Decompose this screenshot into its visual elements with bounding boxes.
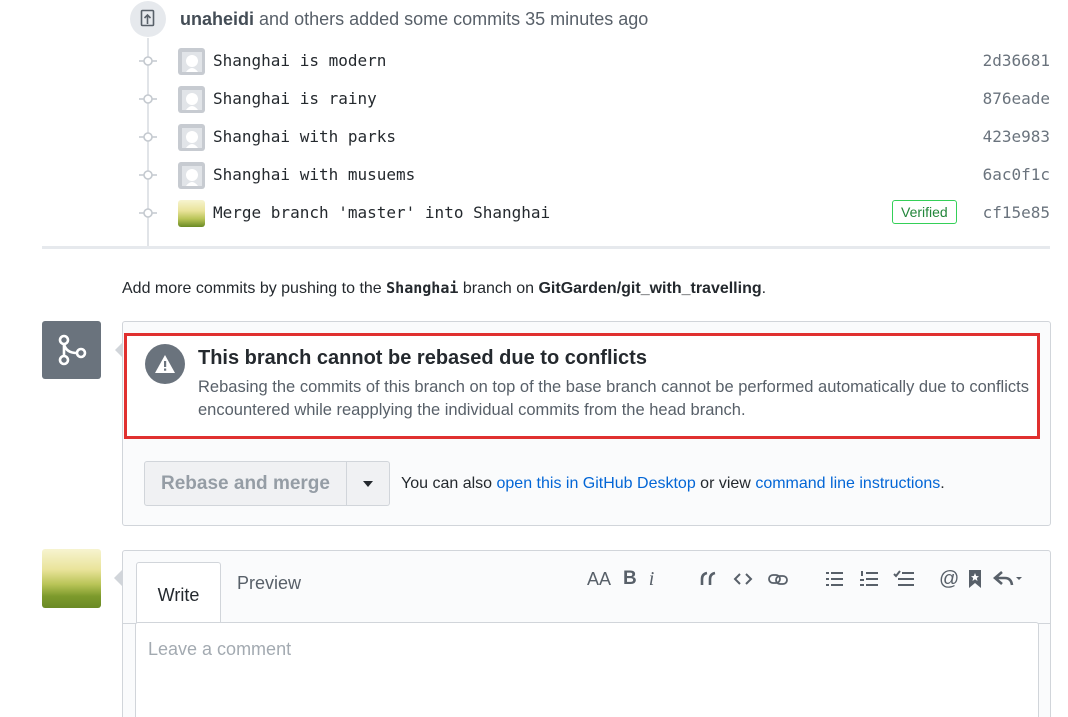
commit-group-text: unaheidi and others added some commits 3…: [180, 9, 648, 30]
merge-method-dropdown[interactable]: [347, 461, 390, 506]
command-line-instructions-link[interactable]: command line instructions: [755, 475, 940, 492]
commit-dot-icon: [139, 132, 157, 142]
commit-sha[interactable]: 423e983: [983, 127, 1050, 146]
code-icon[interactable]: [733, 567, 753, 591]
comment-form: Write Preview AA B i @: [114, 550, 1051, 717]
italic-icon[interactable]: i: [649, 567, 655, 591]
alert-icon: [145, 344, 185, 384]
saved-reply-icon[interactable]: [967, 567, 983, 591]
commit-author-avatar[interactable]: [178, 86, 205, 113]
task-list-icon[interactable]: [893, 567, 915, 591]
open-in-desktop-link[interactable]: open this in GitHub Desktop: [497, 475, 696, 492]
commit-message[interactable]: Merge branch 'master' into Shanghai: [213, 203, 550, 222]
commit-author-avatar[interactable]: [178, 200, 205, 227]
quote-icon[interactable]: [699, 567, 719, 591]
conflict-panel: This branch cannot be rebased due to con…: [124, 333, 1040, 439]
reply-arrow-icon[interactable]: [993, 567, 1023, 591]
head-branch-name: Shanghai: [386, 279, 459, 297]
commit-author-avatar[interactable]: [178, 48, 205, 75]
commit-author-avatar[interactable]: [178, 124, 205, 151]
commit-row: Merge branch 'master' into Shanghai Veri…: [0, 194, 1068, 232]
mention-icon[interactable]: @: [939, 567, 959, 591]
commit-group-summary: and others added some commits 35 minutes…: [259, 8, 649, 29]
commit-message[interactable]: Shanghai is modern: [213, 51, 386, 70]
commit-group-author[interactable]: unaheidi: [180, 9, 254, 29]
conflict-title: This branch cannot be rebased due to con…: [198, 347, 647, 369]
unordered-list-icon[interactable]: [825, 567, 845, 591]
format-toolbar-text: AA B i: [587, 567, 684, 591]
tab-preview[interactable]: Preview: [237, 573, 301, 594]
format-toolbar-insert: [699, 567, 803, 591]
commit-row: Shanghai with musuems 6ac0f1c: [0, 156, 1068, 194]
commit-sha[interactable]: 2d36681: [983, 51, 1050, 70]
commit-message[interactable]: Shanghai with parks: [213, 127, 396, 146]
also-prefix: You can also: [401, 475, 493, 492]
also-suffix: .: [940, 475, 945, 492]
section-divider: [42, 246, 1050, 249]
add-more-prefix: Add more commits by pushing to the: [122, 280, 382, 297]
add-more-middle: branch on: [462, 280, 535, 297]
format-toolbar-extras: @: [939, 567, 1037, 591]
or-view-text: or view: [700, 475, 751, 492]
add-more-suffix: .: [761, 280, 767, 297]
commit-sha[interactable]: 876eade: [983, 89, 1050, 108]
commit-dot-icon: [139, 94, 157, 104]
commit-row: Shanghai with parks 423e983: [0, 118, 1068, 156]
commit-row: Shanghai is modern 2d36681: [0, 42, 1068, 80]
tab-write[interactable]: Write: [136, 562, 221, 624]
comment-textarea[interactable]: [135, 622, 1039, 717]
add-more-commits-text: Add more commits by pushing to the Shang…: [122, 279, 766, 298]
rebase-and-merge-button[interactable]: Rebase and merge: [144, 461, 347, 506]
commit-author-avatar[interactable]: [178, 162, 205, 189]
commit-message[interactable]: Shanghai is rainy: [213, 89, 377, 108]
commit-dot-icon: [139, 56, 157, 66]
commit-row: Shanghai is rainy 876eade: [0, 80, 1068, 118]
rebase-merge-button-group: Rebase and merge: [144, 461, 390, 506]
merge-box: This branch cannot be rebased due to con…: [115, 321, 1051, 526]
ordered-list-icon[interactable]: [859, 567, 879, 591]
commit-message[interactable]: Shanghai with musuems: [213, 165, 415, 184]
link-icon[interactable]: [767, 567, 789, 591]
commit-sha[interactable]: 6ac0f1c: [983, 165, 1050, 184]
verified-badge[interactable]: Verified: [892, 200, 957, 224]
repo-name[interactable]: GitGarden/git_with_travelling: [538, 280, 761, 297]
caret-down-icon: [363, 480, 373, 487]
heading-icon[interactable]: AA: [587, 567, 611, 591]
git-merge-icon: [42, 321, 101, 379]
merge-alternatives-text: You can also open this in GitHub Desktop…: [401, 475, 945, 493]
user-avatar[interactable]: [42, 549, 101, 608]
commit-group-header: unaheidi and others added some commits 3…: [130, 0, 648, 38]
commit-dot-icon: [139, 208, 157, 218]
conflict-description: Rebasing the commits of this branch on t…: [198, 378, 1029, 419]
format-toolbar-lists: [825, 567, 929, 591]
commit-sha[interactable]: cf15e85: [983, 203, 1050, 222]
bold-icon[interactable]: B: [623, 567, 637, 591]
commit-dot-icon: [139, 170, 157, 180]
repo-push-icon: [130, 1, 166, 37]
